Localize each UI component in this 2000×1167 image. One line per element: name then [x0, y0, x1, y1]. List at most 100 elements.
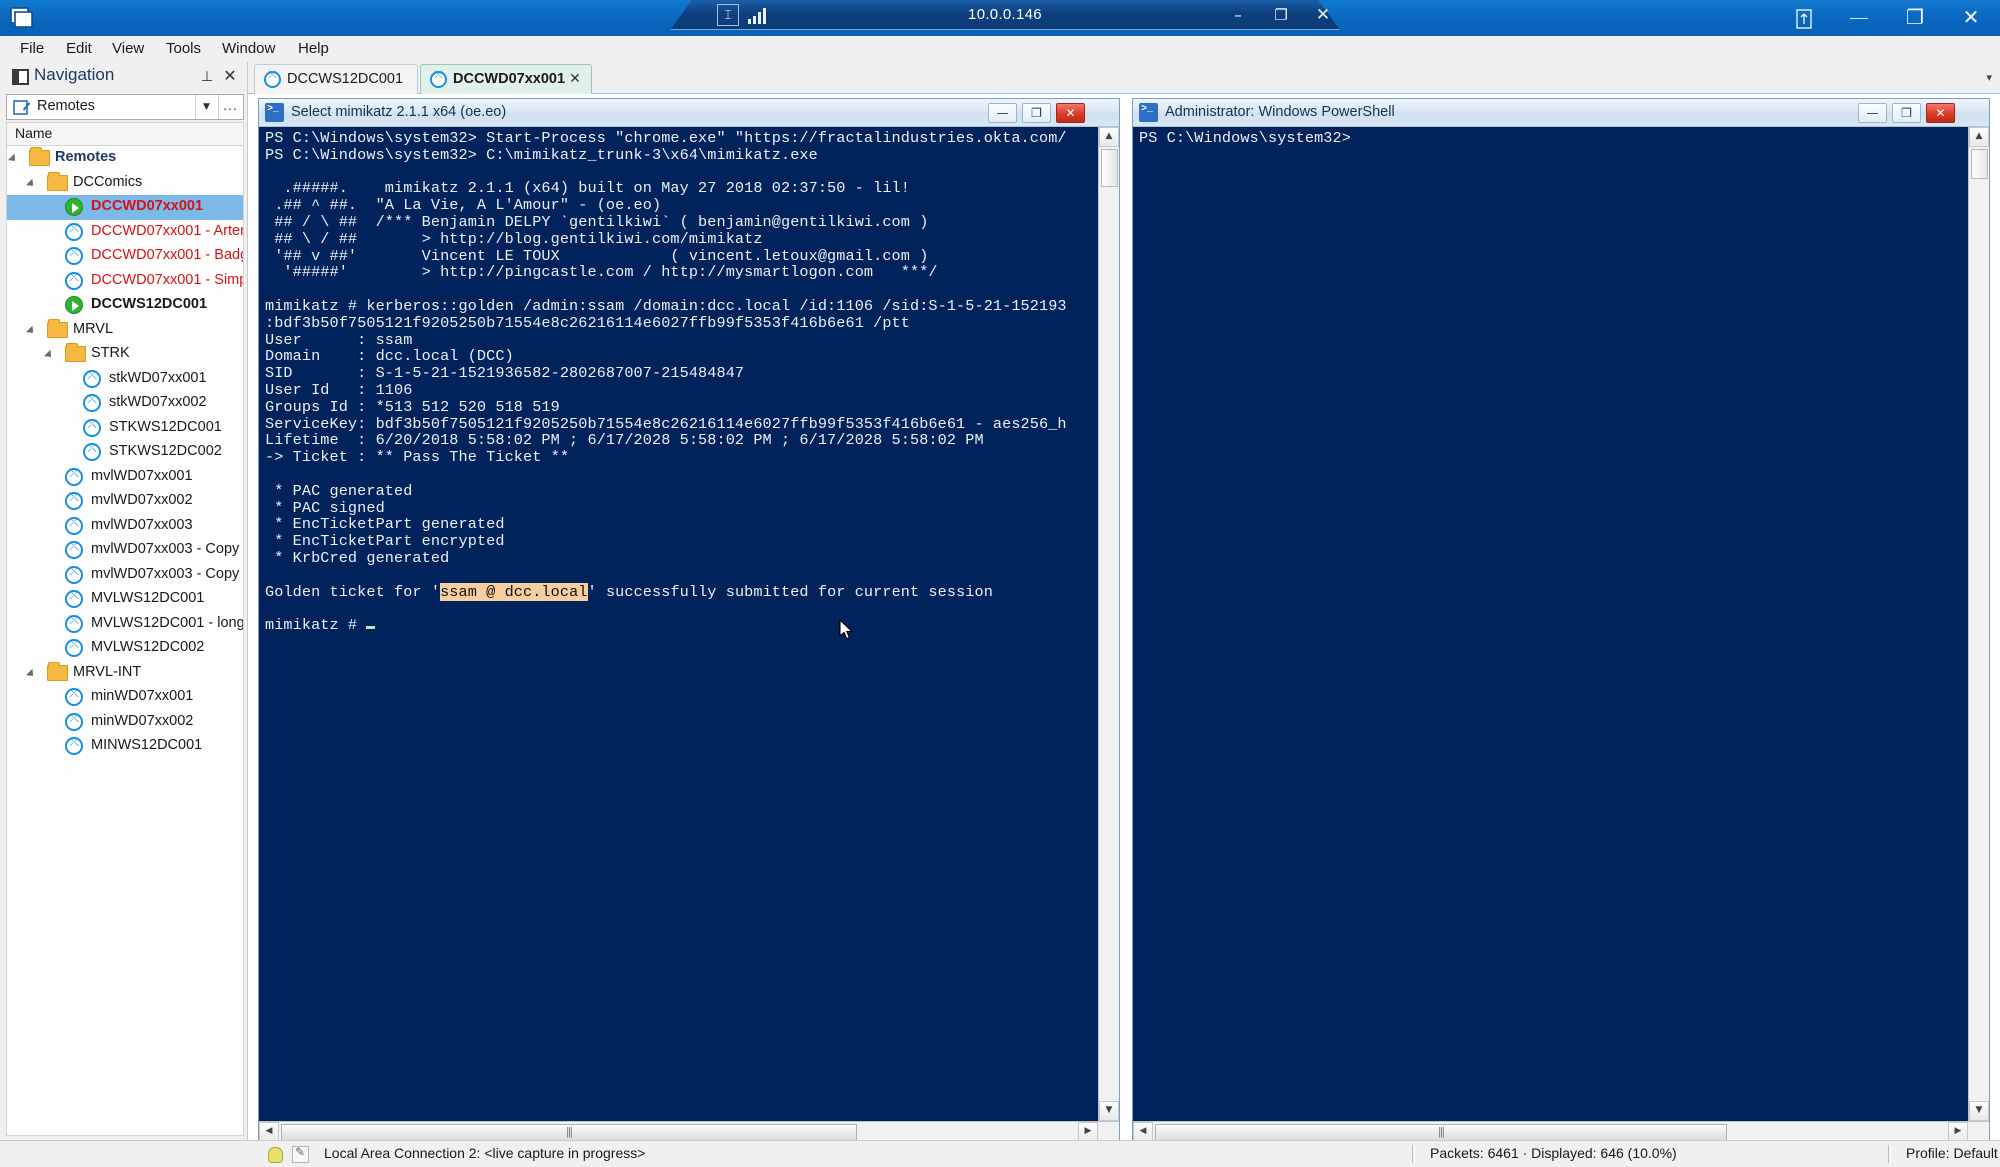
scroll-right-arrow-icon[interactable]: ▶	[1948, 1122, 1968, 1142]
powershell-console-window[interactable]: Administrator: Windows PowerShell — ❐ ✕ …	[1132, 98, 1990, 1144]
tab-close-icon[interactable]: ✕	[567, 70, 583, 88]
scroll-down-arrow-icon[interactable]: ▼	[1099, 1101, 1119, 1121]
menu-edit[interactable]: Edit	[56, 36, 102, 62]
mimikatz-banner-0: .#####. mimikatz 2.1.1 (x64) built on Ma…	[265, 179, 910, 198]
tree-item-mvlwd07xx002[interactable]: mvlWD07xx002	[7, 489, 243, 514]
remotes-tree[interactable]: Remotes DCComics DCCWD07xx001 DCCWD07xx001 …	[6, 146, 244, 1136]
tree-item-mvlwd07xx003-copy[interactable]: mvlWD07xx003 - Copy	[7, 538, 243, 563]
folder-icon	[29, 147, 50, 166]
tree-column-name: Name	[15, 125, 53, 141]
tree-item-mvlwd07xx001[interactable]: mvlWD07xx001	[7, 465, 243, 490]
scroll-thumb[interactable]: |||	[1155, 1124, 1727, 1141]
tree-item-stkwd07xx002[interactable]: stkWD07xx002	[7, 391, 243, 416]
folder-icon	[47, 171, 68, 191]
expander-triangle-icon[interactable]	[26, 668, 39, 681]
scroll-thumb[interactable]: |||	[281, 1124, 857, 1141]
folder-icon	[47, 661, 68, 681]
powershell-maximize-button[interactable]: ❐	[1892, 103, 1921, 123]
powershell-vertical-scrollbar[interactable]: ▲ ▼	[1968, 127, 1989, 1121]
ticket-field-user: User : ssam	[265, 330, 413, 349]
rdp-session-icon	[65, 466, 83, 486]
powershell-console-body[interactable]: PS C:\Windows\system32> ▲ ▼ ◀ ▶ |||	[1133, 127, 1989, 1143]
session-restore-button[interactable]: ❐	[1258, 0, 1304, 30]
tree-item-minws12dc001[interactable]: MINWS12DC001	[7, 734, 243, 759]
navigation-panel-icon	[12, 69, 29, 85]
fullscreen-toggle-icon[interactable]	[1775, 0, 1833, 34]
remote-desktop-canvas[interactable]: Select mimikatz 2.1.1 x64 (oe.eo) — ❐ ✕ …	[248, 94, 2000, 1144]
tree-item-remotes[interactable]: Remotes	[7, 146, 243, 171]
golden-ticket-result-prefix: Golden ticket for '	[265, 582, 441, 601]
expander-triangle-icon[interactable]	[26, 325, 39, 338]
console-app-icon	[265, 103, 284, 122]
mimikatz-titlebar[interactable]: Select mimikatz 2.1.1 x64 (oe.eo) — ❐ ✕	[259, 99, 1119, 127]
tree-item-stkws12dc001[interactable]: STKWS12DC001	[7, 416, 243, 441]
scroll-right-arrow-icon[interactable]: ▶	[1078, 1122, 1098, 1142]
mimikatz-maximize-button[interactable]: ❐	[1022, 103, 1051, 123]
scroll-thumb[interactable]	[1971, 149, 1988, 179]
tab-dccws12dc001[interactable]: DCCWS12DC001	[254, 64, 418, 94]
menu-file[interactable]: File	[10, 36, 54, 62]
mimikatz-console-body[interactable]: PS C:\Windows\system32> Start-Process "c…	[259, 127, 1119, 1143]
tree-item-dccwd07xx001[interactable]: DCCWD07xx001	[7, 195, 243, 220]
pin-icon[interactable]: ⊥	[200, 68, 214, 85]
tree-item-mvlws12dc002[interactable]: MVLWS12DC002	[7, 636, 243, 661]
expander-triangle-icon[interactable]	[8, 153, 21, 167]
ticket-field-sid: SID : S-1-5-21-1521936582-2802687007-215…	[265, 364, 745, 383]
tree-item-mvlwd07xx003-copy[interactable]: mvlWD07xx003 - Copy - ...	[7, 563, 243, 588]
powershell-titlebar[interactable]: Administrator: Windows PowerShell — ❐ ✕	[1133, 99, 1989, 127]
scroll-up-arrow-icon[interactable]: ▲	[1969, 127, 1989, 147]
powershell-close-button[interactable]: ✕	[1926, 103, 1955, 123]
mimikatz-close-button[interactable]: ✕	[1056, 103, 1085, 123]
expander-triangle-icon[interactable]	[26, 178, 39, 191]
tree-item-stkws12dc002[interactable]: STKWS12DC002	[7, 440, 243, 465]
ps-command-line-1: PS C:\Windows\system32> Start-Process "c…	[265, 129, 1067, 147]
tree-item-minwd07xx002[interactable]: minWD07xx002	[7, 710, 243, 735]
tree-item-dccwd07xx001-simple[interactable]: DCCWD07xx001 - Simple...	[7, 269, 243, 294]
tree-item-mrvl[interactable]: MRVL	[7, 318, 243, 343]
tree-item-mvlws12dc001[interactable]: MVLWS12DC001	[7, 587, 243, 612]
remotes-dropdown[interactable]: Remotes ▼ ...	[6, 94, 244, 120]
tree-item-dccwd07xx001-badgu[interactable]: DCCWD07xx001 - Badgu...	[7, 244, 243, 269]
scroll-up-arrow-icon[interactable]: ▲	[1099, 127, 1119, 147]
folder-icon	[65, 343, 86, 362]
chevron-down-icon[interactable]: ▼	[195, 95, 217, 119]
tab-dccwd07xx001[interactable]: DCCWD07xx001 ✕	[420, 64, 592, 94]
mimikatz-banner-5: '#####' > http://pingcastle.com / http:/…	[265, 263, 938, 282]
tree-item-minwd07xx001[interactable]: minWD07xx001	[7, 685, 243, 710]
window-minimize-button[interactable]: —	[1830, 0, 1888, 34]
scroll-down-arrow-icon[interactable]: ▼	[1969, 1101, 1989, 1121]
tree-item-stkwd07xx001[interactable]: stkWD07xx001	[7, 367, 243, 392]
close-icon[interactable]: ✕	[222, 67, 238, 85]
tree-item-mvlws12dc001-long-user[interactable]: MVLWS12DC001 - long user	[7, 612, 243, 637]
window-restore-button[interactable]: ❐	[1886, 0, 1944, 34]
mimikatz-console-window[interactable]: Select mimikatz 2.1.1 x64 (oe.eo) — ❐ ✕ …	[258, 98, 1120, 1144]
tree-item-dccwd07xx001-artem[interactable]: DCCWD07xx001 - Artem	[7, 220, 243, 245]
scroll-left-arrow-icon[interactable]: ◀	[1133, 1122, 1153, 1142]
expander-triangle-icon[interactable]	[44, 349, 57, 363]
tree-item-dccomics[interactable]: DCComics	[7, 171, 243, 196]
menu-window[interactable]: Window	[212, 36, 285, 62]
more-options-button[interactable]: ...	[218, 95, 242, 119]
rdp-session-icon	[65, 711, 83, 731]
scroll-thumb[interactable]	[1101, 149, 1118, 187]
tree-item-strk[interactable]: STRK	[7, 342, 243, 367]
session-close-button[interactable]: ✕	[1300, 0, 1346, 30]
capture-status-indicator-icon[interactable]	[268, 1147, 283, 1163]
capture-options-icon[interactable]	[292, 1145, 309, 1163]
menu-view[interactable]: View	[102, 36, 154, 62]
menu-tools[interactable]: Tools	[156, 36, 211, 62]
mimikatz-minimize-button[interactable]: —	[988, 103, 1017, 123]
mimikatz-vertical-scrollbar[interactable]: ▲ ▼	[1098, 127, 1119, 1121]
chevron-down-icon[interactable]: ▾	[1986, 71, 1992, 84]
tree-item-mvlwd07xx003[interactable]: mvlWD07xx003	[7, 514, 243, 539]
golden-ticket-selection[interactable]: ssam @ dcc.local	[440, 582, 588, 601]
tree-item-mrvl-int[interactable]: MRVL-INT	[7, 661, 243, 686]
window-close-button[interactable]: ✕	[1942, 0, 2000, 34]
session-minimize-button[interactable]: –	[1215, 0, 1261, 30]
tree-item-dccws12dc001[interactable]: DCCWS12DC001	[7, 293, 243, 318]
mimikatz-console-output: PS C:\Windows\system32> Start-Process "c…	[265, 130, 1105, 634]
ticket-step-0: * PAC generated	[265, 481, 413, 500]
powershell-minimize-button[interactable]: —	[1858, 103, 1887, 123]
scroll-left-arrow-icon[interactable]: ◀	[259, 1122, 279, 1142]
menu-help[interactable]: Help	[288, 36, 339, 62]
